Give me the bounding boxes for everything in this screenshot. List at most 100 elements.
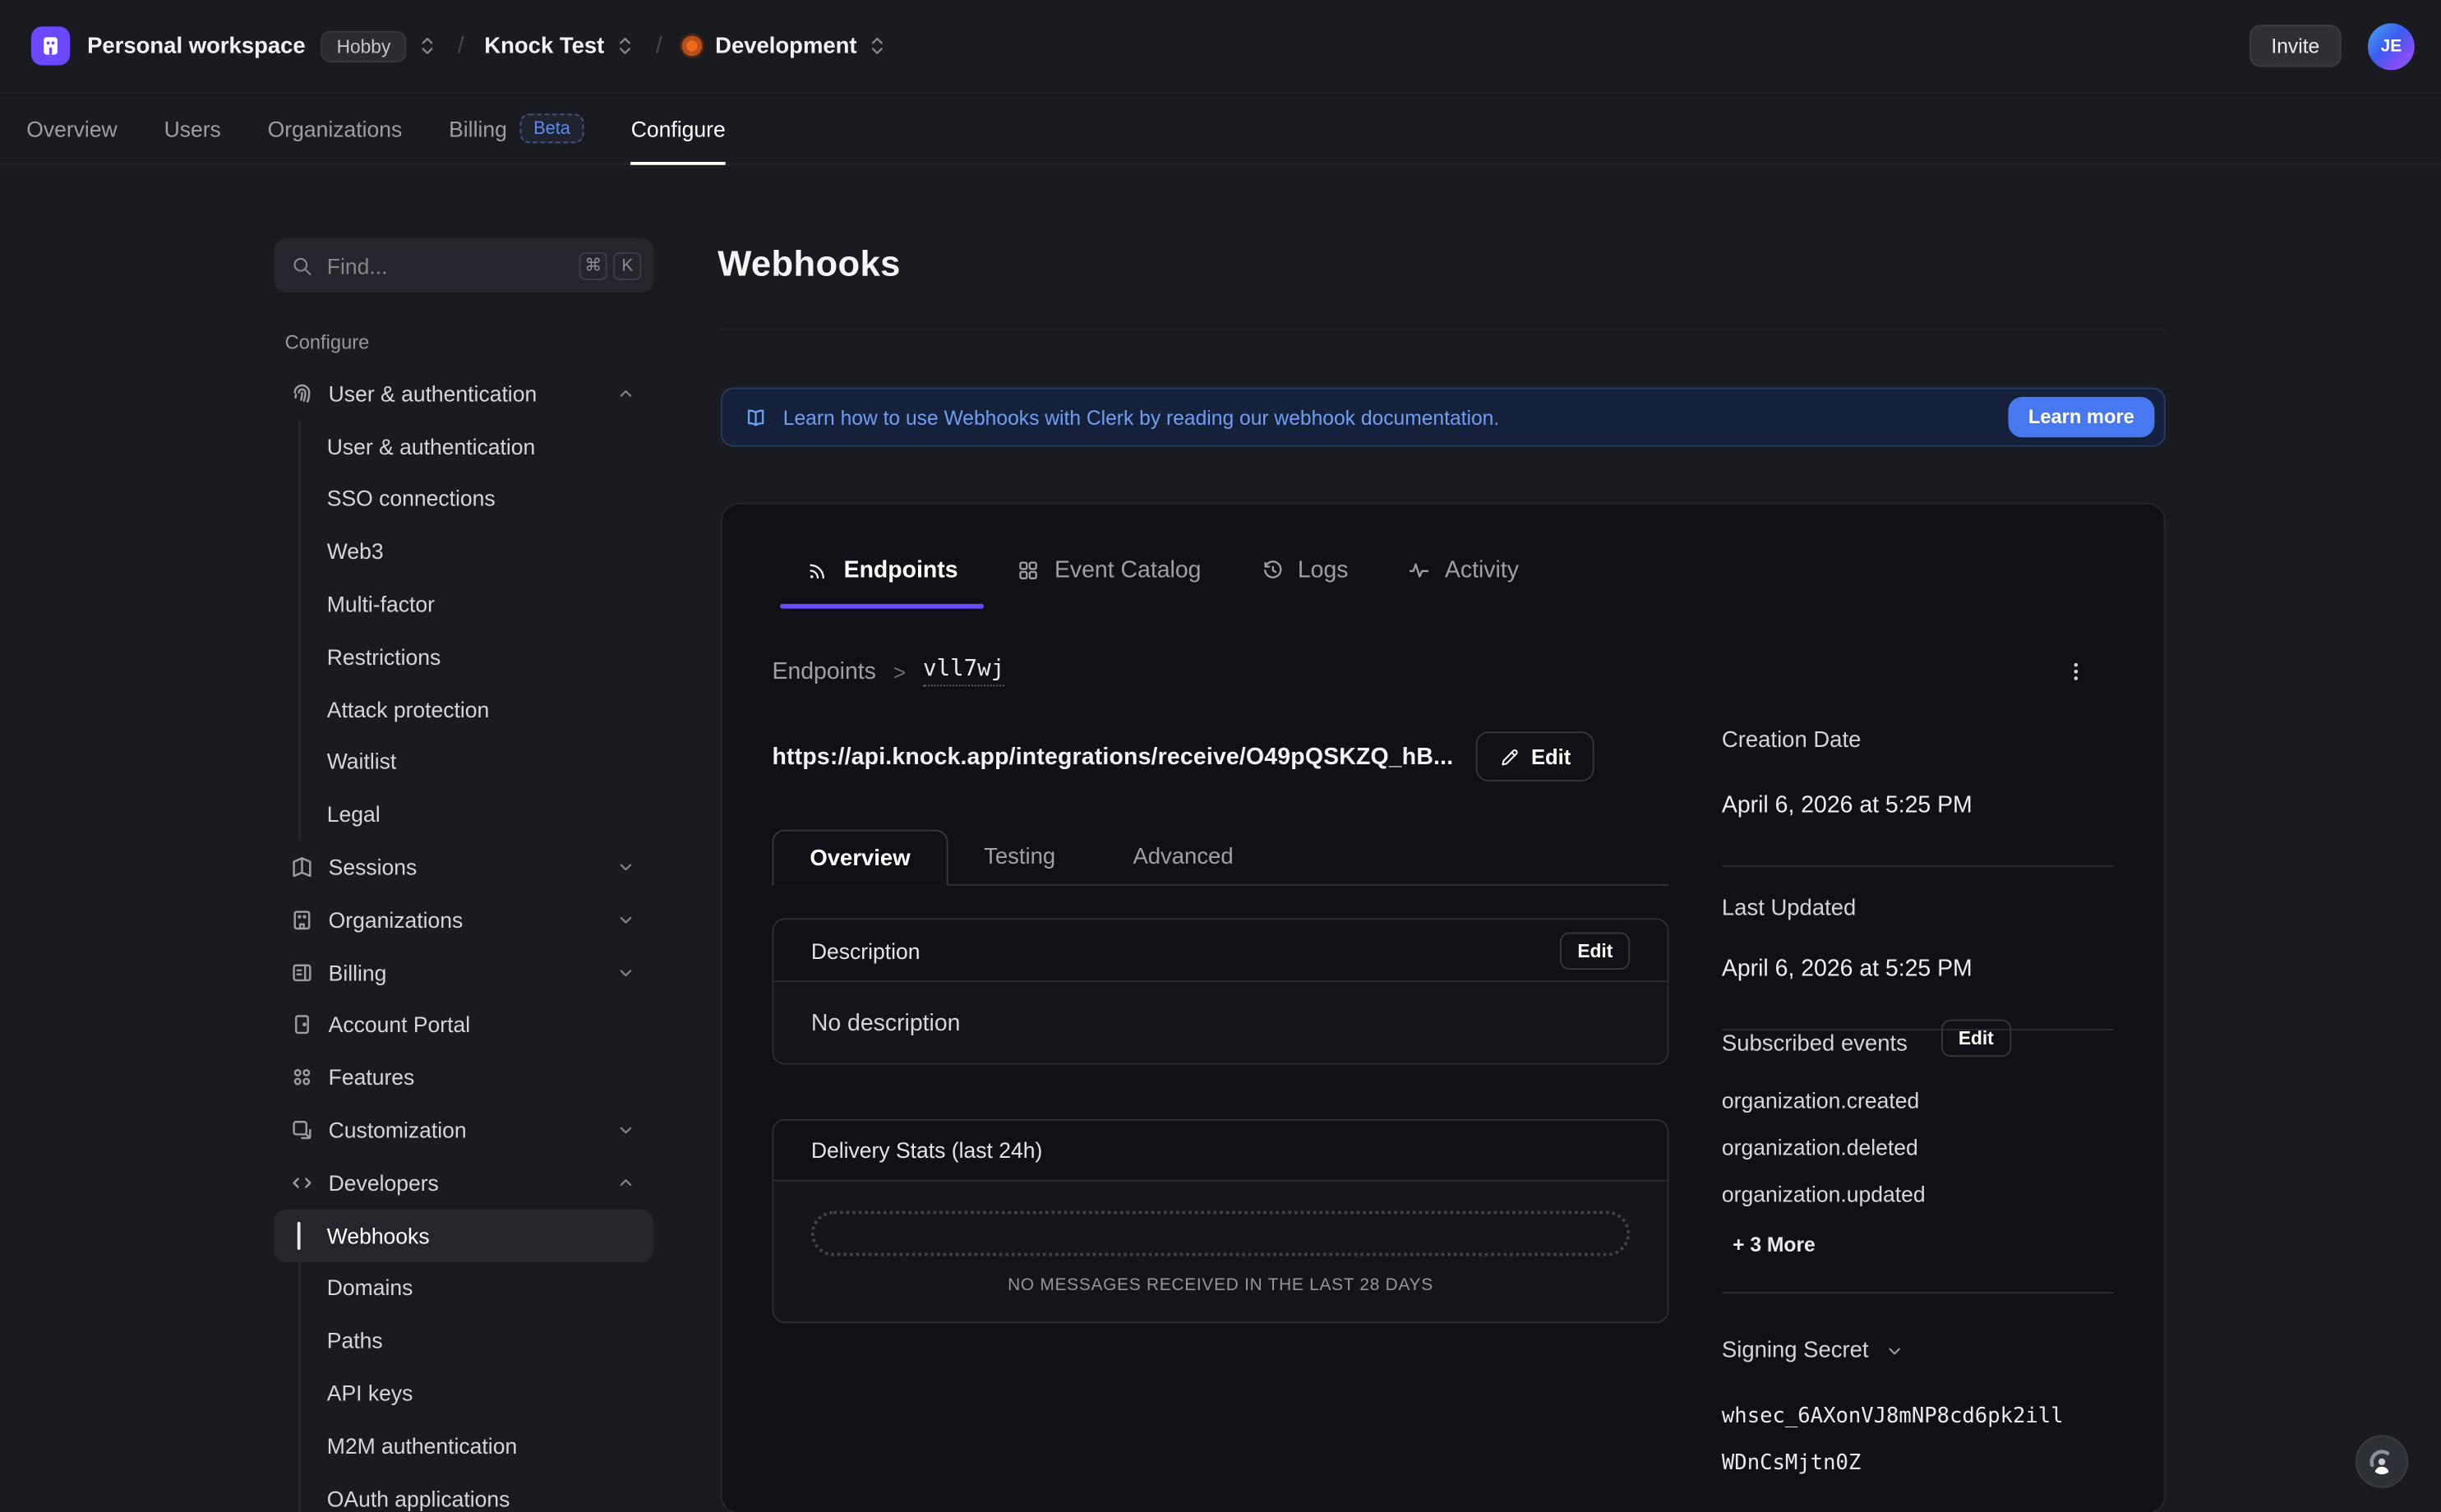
tab-endpoints[interactable]: Endpoints — [780, 543, 985, 596]
chevron-down-icon — [616, 858, 635, 877]
sidebar-item-domains[interactable]: Domains — [274, 1261, 653, 1314]
activity-pulse-icon — [1407, 558, 1430, 581]
signing-secret-value-line1: whsec_6AXonVJ8mNP8cd6pk2ill — [1722, 1404, 2064, 1429]
sidebar-item-sessions[interactable]: Sessions — [274, 841, 653, 893]
endpoint-url: https://api.knock.app/integrations/recei… — [772, 743, 1453, 769]
sidebar-item-billing[interactable]: Billing — [274, 946, 653, 998]
breadcrumb-endpoints-link[interactable]: Endpoints — [772, 658, 875, 685]
signing-secret-toggle[interactable]: Signing Secret — [1722, 1339, 1904, 1363]
sidebar-item-user-authentication-group[interactable]: User & authentication — [274, 367, 653, 420]
nav-tab-overview[interactable]: Overview — [26, 94, 118, 164]
breadcrumb-slash: / — [656, 33, 662, 59]
meta-divider — [1722, 1029, 2114, 1030]
app-window: Personal workspace Hobby / Knock Test / … — [0, 0, 2441, 1512]
search-input[interactable]: Find... ⌘ K — [274, 238, 653, 293]
sidebar-item-paths[interactable]: Paths — [274, 1314, 653, 1367]
sidebar-item-web3[interactable]: Web3 — [274, 525, 653, 578]
last-updated-label: Last Updated — [1722, 897, 1856, 921]
kebab-menu-icon[interactable] — [2058, 654, 2094, 690]
invite-button[interactable]: Invite — [2250, 25, 2342, 67]
invoice-icon — [289, 960, 316, 984]
chevron-down-icon — [616, 910, 635, 929]
development-instance-icon — [682, 36, 703, 57]
sidebar-item-user-authentication[interactable]: User & authentication — [274, 420, 653, 472]
sidebar-item-legal[interactable]: Legal — [274, 788, 653, 841]
workspace-name[interactable]: Personal workspace — [87, 34, 306, 58]
banner-text[interactable]: Learn how to use Webhooks with Clerk by … — [783, 405, 1499, 428]
subscribed-events-label: Subscribed events — [1722, 1032, 1908, 1057]
sidebar-item-waitlist[interactable]: Waitlist — [274, 735, 653, 788]
sessions-icon — [289, 855, 316, 879]
last-updated-value: April 6, 2026 at 5:25 PM — [1722, 956, 1973, 982]
learn-more-button[interactable]: Learn more — [2008, 397, 2154, 437]
nav-tab-configure[interactable]: Configure — [631, 94, 726, 164]
sidebar-item-restrictions[interactable]: Restrictions — [274, 630, 653, 683]
sidebar-item-organizations[interactable]: Organizations — [274, 893, 653, 946]
tab-activity[interactable]: Activity — [1381, 543, 1545, 596]
breadcrumb-chevron: > — [893, 659, 907, 684]
creation-date-value: April 6, 2026 at 5:25 PM — [1722, 792, 1973, 818]
webhook-tabs: Endpoints Event Catalog Logs Activity — [780, 543, 1545, 596]
customization-icon — [289, 1118, 316, 1142]
subscribed-event: organization.updated — [1722, 1182, 1926, 1206]
delivery-stats-empty-text: NO MESSAGES RECEIVED IN THE LAST 28 DAYS — [811, 1276, 1630, 1295]
tab-overview[interactable]: Overview — [772, 830, 948, 886]
edit-url-button[interactable]: Edit — [1475, 731, 1594, 781]
tab-logs[interactable]: Logs — [1234, 543, 1374, 596]
breadcrumb-slash: / — [458, 33, 464, 59]
edit-events-button[interactable]: Edit — [1941, 1020, 2011, 1057]
sidebar-list: User & authentication User & authenticat… — [274, 367, 653, 1512]
active-indicator-bar — [298, 1221, 301, 1249]
tab-event-catalog[interactable]: Event Catalog — [990, 543, 1227, 596]
nav-tab-users[interactable]: Users — [164, 94, 221, 164]
workspace-switcher-chevrons-icon[interactable] — [418, 35, 438, 58]
fingerprint-icon — [289, 381, 316, 406]
sidebar-item-attack-protection[interactable]: Attack protection — [274, 683, 653, 735]
sidebar-item-m2m-authentication[interactable]: M2M authentication — [274, 1419, 653, 1472]
rss-icon — [806, 558, 829, 581]
user-avatar[interactable]: JE — [2368, 22, 2415, 69]
portal-door-icon — [289, 1012, 316, 1037]
open-book-icon — [744, 405, 767, 428]
title-divider — [718, 329, 2166, 330]
subscribed-event: organization.created — [1722, 1088, 1919, 1113]
project-name[interactable]: Knock Test — [484, 34, 604, 58]
sidebar-item-developers-group[interactable]: Developers — [274, 1156, 653, 1209]
nav-tab-billing[interactable]: BillingBeta — [449, 94, 584, 164]
endpoint-breadcrumb: Endpoints > vll7wj — [772, 654, 2093, 690]
sidebar-item-account-portal[interactable]: Account Portal — [274, 998, 653, 1051]
description-panel: Description Edit No description — [772, 919, 1668, 1065]
delivery-stats-body: NO MESSAGES RECEIVED IN THE LAST 28 DAYS — [773, 1182, 1667, 1321]
sidebar-item-multi-factor[interactable]: Multi-factor — [274, 578, 653, 630]
sidebar-item-webhooks[interactable]: Webhooks — [274, 1209, 653, 1261]
chevron-down-icon — [616, 963, 635, 982]
sidebar-item-customization[interactable]: Customization — [274, 1104, 653, 1156]
sidebar-item-oauth-applications[interactable]: OAuth applications — [274, 1472, 653, 1512]
description-panel-header: Description Edit — [773, 920, 1667, 982]
user-button-float[interactable] — [2356, 1435, 2408, 1487]
nav-tab-organizations[interactable]: Organizations — [268, 94, 403, 164]
sidebar-item-api-keys[interactable]: API keys — [274, 1367, 653, 1419]
instance-switcher-chevrons-icon[interactable] — [868, 35, 888, 58]
description-title: Description — [811, 938, 921, 962]
edit-description-button[interactable]: Edit — [1561, 932, 1631, 969]
features-grid-icon — [289, 1065, 316, 1090]
pencil-icon — [1498, 746, 1519, 767]
breadcrumb-endpoint-id[interactable]: vll7wj — [923, 657, 1004, 686]
code-brackets-icon — [289, 1170, 316, 1195]
grid-icon — [1017, 558, 1040, 581]
instance-name[interactable]: Development — [715, 34, 856, 58]
tab-advanced[interactable]: Advanced — [1118, 830, 1248, 884]
delivery-stats-header: Delivery Stats (last 24h) — [773, 1121, 1667, 1182]
clerk-logo[interactable] — [31, 26, 70, 65]
sidebar-item-features[interactable]: Features — [274, 1051, 653, 1104]
more-events-button[interactable]: + 3 More — [1733, 1233, 1816, 1256]
plan-badge: Hobby — [321, 30, 407, 62]
sidebar-item-sso-connections[interactable]: SSO connections — [274, 472, 653, 525]
tab-testing[interactable]: Testing — [973, 830, 1067, 884]
detail-tabs: Overview Testing Advanced — [772, 830, 1668, 886]
workspace-logo-glyph — [39, 35, 62, 58]
project-switcher-chevrons-icon[interactable] — [616, 35, 636, 58]
subscribed-event: organization.deleted — [1722, 1135, 1918, 1159]
sidebar-section-label: Configure — [285, 331, 654, 353]
